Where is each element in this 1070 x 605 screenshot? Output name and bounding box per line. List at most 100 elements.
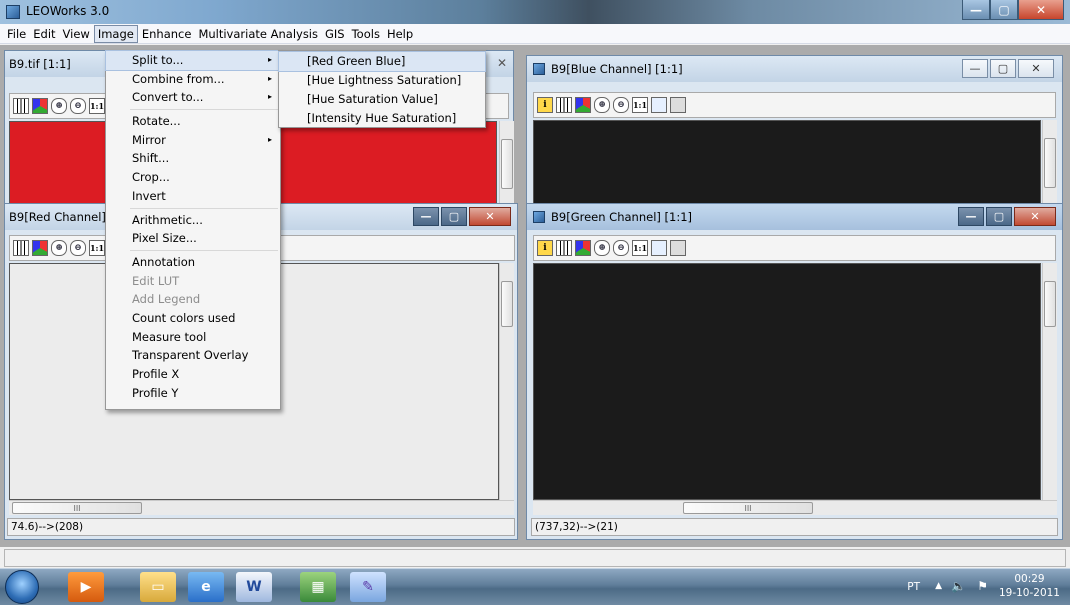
menu-file[interactable]: File (4, 26, 29, 42)
menu-tools[interactable]: Tools (349, 26, 383, 42)
close-icon[interactable]: ✕ (497, 56, 507, 70)
scroll-thumb[interactable]: III (683, 502, 813, 514)
menu-item-combine-from[interactable]: Combine from... ▸ (106, 70, 280, 89)
histogram-icon[interactable] (556, 240, 572, 256)
vertical-scrollbar[interactable] (1042, 263, 1057, 500)
maximize-button[interactable]: ▢ (986, 207, 1012, 226)
zoom-in-icon[interactable]: ⊕ (594, 97, 610, 113)
minimize-button[interactable]: — (962, 0, 990, 20)
zoom-1-1-icon[interactable]: 1:1 (89, 98, 105, 114)
vertical-scrollbar[interactable] (499, 121, 514, 211)
rgb-icon[interactable] (32, 240, 48, 256)
scroll-thumb[interactable] (1044, 138, 1056, 188)
menu-item-annotation[interactable]: Annotation (106, 253, 280, 272)
close-button[interactable]: ✕ (1018, 0, 1064, 20)
window-icon (533, 63, 545, 75)
word-icon[interactable]: W (236, 572, 272, 602)
submenu-item-red-green-blue[interactable]: [Red Green Blue] (278, 51, 486, 72)
scroll-thumb[interactable] (1044, 281, 1056, 327)
zoom-in-icon[interactable]: ⊕ (51, 240, 67, 256)
vertical-scrollbar[interactable] (1042, 120, 1057, 206)
zoom-out-icon[interactable]: ⊖ (70, 240, 86, 256)
menu-gis[interactable]: GIS (322, 26, 348, 42)
menu-help[interactable]: Help (384, 26, 416, 42)
minimize-button[interactable]: — (413, 207, 439, 226)
menu-item-profile-y[interactable]: Profile Y (106, 384, 280, 403)
menu-item-crop[interactable]: Crop... (106, 168, 280, 187)
media-player-icon[interactable]: ▶ (68, 572, 104, 602)
maximize-button[interactable]: ▢ (441, 207, 467, 226)
menu-item-rotate[interactable]: Rotate... (106, 112, 280, 131)
show-hidden-icons-icon[interactable]: ▲ (935, 581, 942, 591)
histogram-icon[interactable] (13, 240, 29, 256)
rgb-icon[interactable] (575, 240, 591, 256)
menu-enhance[interactable]: Enhance (139, 26, 195, 42)
window-controls: — ▢ ✕ (960, 59, 1054, 78)
menu-edit[interactable]: Edit (30, 26, 58, 42)
zoom-out-icon[interactable]: ⊖ (613, 97, 629, 113)
menu-multivariate-analysis[interactable]: Multivariate Analysis (195, 26, 321, 42)
histogram-icon[interactable] (13, 98, 29, 114)
menu-item-arithmetic[interactable]: Arithmetic... (106, 211, 280, 230)
vertical-scrollbar[interactable] (499, 263, 514, 500)
scroll-thumb[interactable] (501, 139, 513, 189)
zoom-out-icon[interactable]: ⊖ (613, 240, 629, 256)
submenu-item-intensity-hue-saturation[interactable]: [Intensity Hue Saturation] (279, 109, 485, 128)
scroll-thumb[interactable]: III (12, 502, 142, 514)
horizontal-scrollbar[interactable]: III (533, 500, 1057, 515)
zoom-out-icon[interactable]: ⊖ (70, 98, 86, 114)
zoom-in-icon[interactable]: ⊕ (51, 98, 67, 114)
overlay-icon[interactable] (670, 240, 686, 256)
minimize-button[interactable]: — (958, 207, 984, 226)
menu-item-split-to[interactable]: Split to... ▸ (105, 50, 281, 71)
split-to-submenu: [Red Green Blue] [Hue Lightness Saturati… (278, 50, 486, 128)
leoworks-icon[interactable]: ▦ (300, 572, 336, 602)
menu-item-count-colors-used[interactable]: Count colors used (106, 309, 280, 328)
zoom-in-icon[interactable]: ⊕ (594, 240, 610, 256)
clock[interactable]: 00:29 19-10-2011 (999, 572, 1060, 600)
image-canvas-green-channel[interactable] (533, 263, 1041, 500)
menu-image[interactable]: Image (93, 24, 138, 43)
folder-icon[interactable]: ▭ (140, 572, 176, 602)
color-picker-icon[interactable] (651, 97, 667, 113)
window-green-channel[interactable]: B9[Green Channel] [1:1] — ▢ ✕ i ⊕ ⊖ 1:1 … (526, 203, 1063, 540)
menu-item-pixel-size[interactable]: Pixel Size... (106, 229, 280, 248)
close-button[interactable]: ✕ (1018, 59, 1054, 78)
horizontal-scrollbar[interactable]: III (9, 500, 514, 515)
menu-item-transparent-overlay[interactable]: Transparent Overlay (106, 346, 280, 365)
rgb-icon[interactable] (32, 98, 48, 114)
menu-item-convert-to[interactable]: Convert to... ▸ (106, 88, 280, 107)
menu-item-shift[interactable]: Shift... (106, 149, 280, 168)
minimize-button[interactable]: — (962, 59, 988, 78)
submenu-item-hue-saturation-value[interactable]: [Hue Saturation Value] (279, 90, 485, 109)
menu-item-invert[interactable]: Invert (106, 187, 280, 206)
maximize-button[interactable]: ▢ (990, 59, 1016, 78)
internet-explorer-icon[interactable]: e (188, 572, 224, 602)
menu-item-mirror[interactable]: Mirror ▸ (106, 131, 280, 150)
close-button[interactable]: ✕ (469, 207, 511, 226)
language-indicator[interactable]: PT (907, 581, 920, 593)
histogram-icon[interactable] (556, 97, 572, 113)
window-blue-channel[interactable]: B9[Blue Channel] [1:1] — ▢ ✕ i ⊕ ⊖ 1:1 (526, 55, 1063, 206)
clock-date: 19-10-2011 (998, 587, 1060, 599)
menu-view[interactable]: View (60, 26, 93, 42)
zoom-1-1-icon[interactable]: 1:1 (632, 240, 648, 256)
menu-item-measure-tool[interactable]: Measure tool (106, 328, 280, 347)
volume-icon[interactable]: 🔈 (951, 579, 966, 593)
color-picker-icon[interactable] (651, 240, 667, 256)
info-icon[interactable]: i (537, 97, 553, 113)
zoom-1-1-icon[interactable]: 1:1 (632, 97, 648, 113)
image-canvas-blue[interactable] (533, 120, 1041, 206)
close-button[interactable]: ✕ (1014, 207, 1056, 226)
action-center-flag-icon[interactable]: ⚑ (977, 579, 988, 593)
maximize-button[interactable]: ▢ (990, 0, 1018, 20)
paint-icon[interactable]: ✎ (350, 572, 386, 602)
menu-item-profile-x[interactable]: Profile X (106, 365, 280, 384)
overlay-icon[interactable] (670, 97, 686, 113)
rgb-icon[interactable] (575, 97, 591, 113)
zoom-1-1-icon[interactable]: 1:1 (89, 240, 105, 256)
start-button[interactable] (5, 570, 39, 604)
info-icon[interactable]: i (537, 240, 553, 256)
scroll-thumb[interactable] (501, 281, 513, 327)
submenu-item-hue-lightness-saturation[interactable]: [Hue Lightness Saturation] (279, 71, 485, 90)
